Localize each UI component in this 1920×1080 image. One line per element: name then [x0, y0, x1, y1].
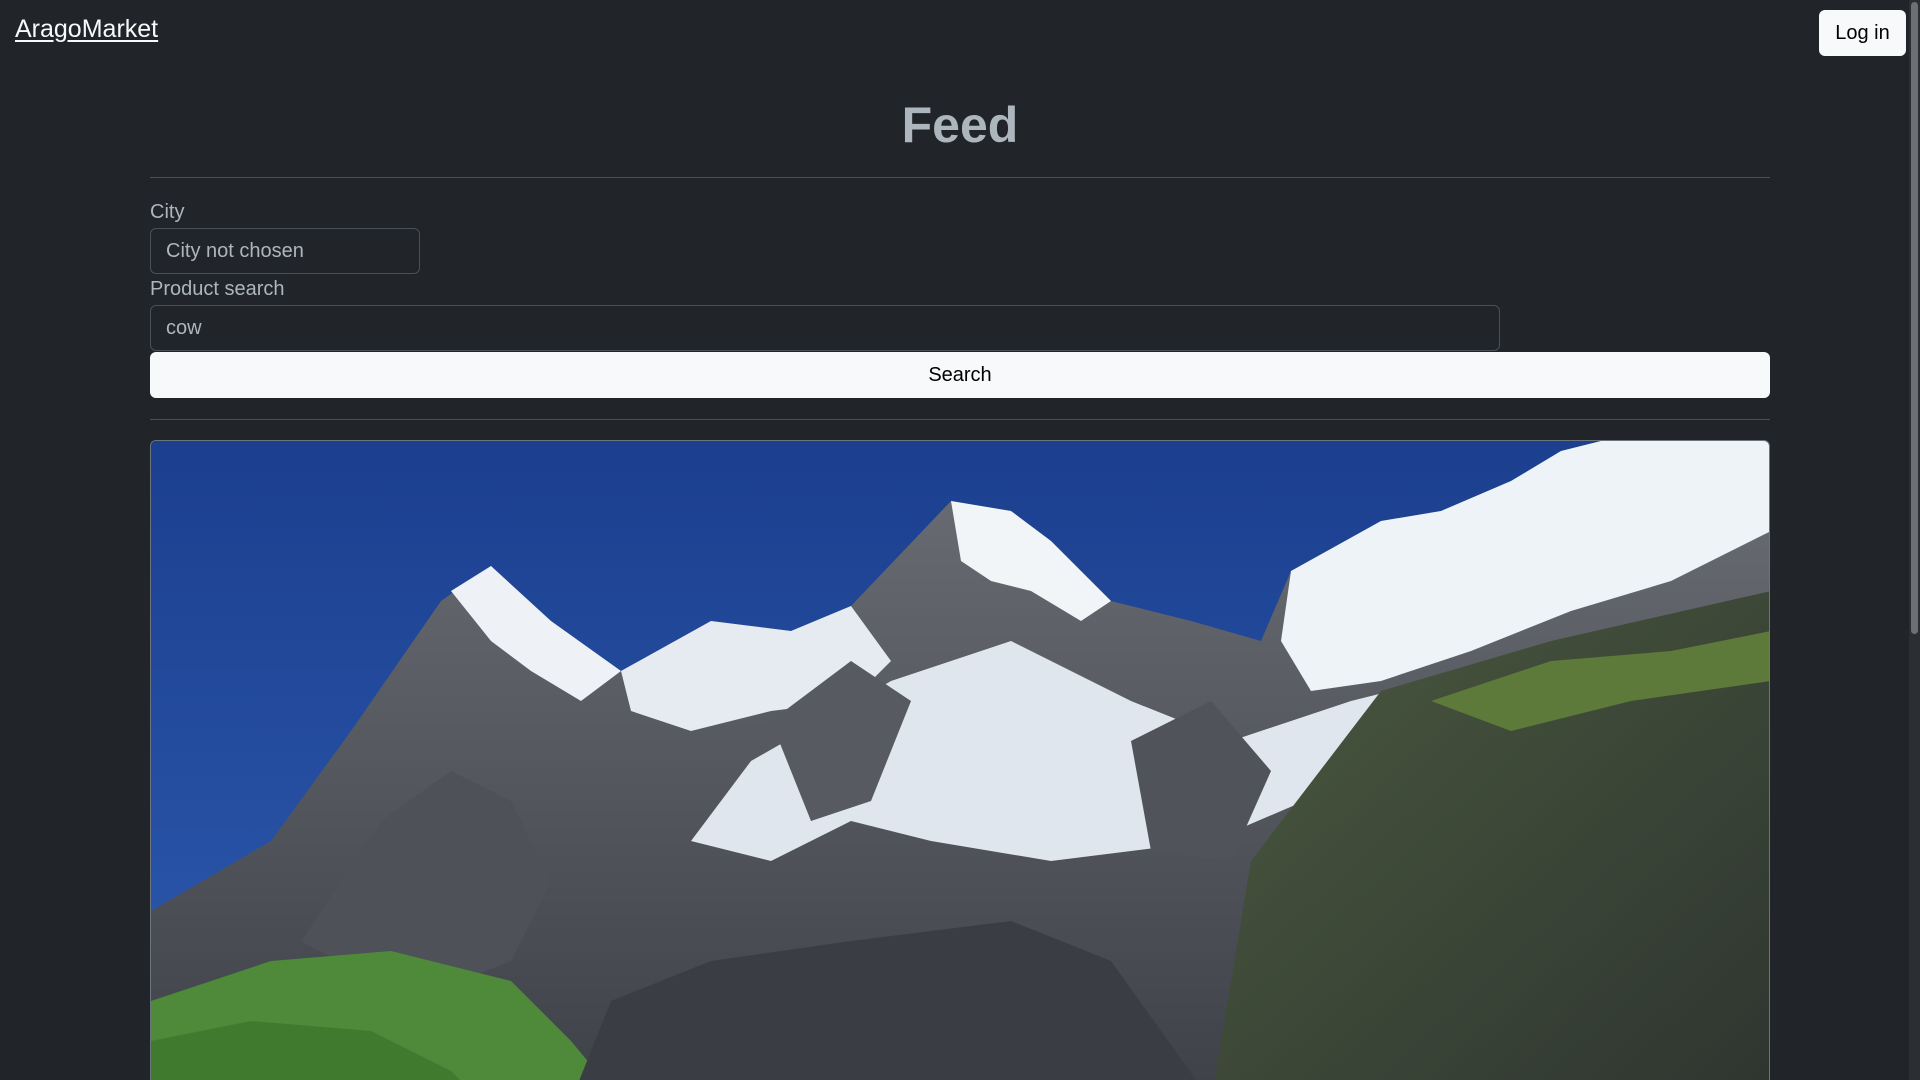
city-select[interactable] — [150, 228, 420, 274]
scrollbar-thumb[interactable] — [1911, 2, 1918, 634]
product-search-input[interactable] — [150, 305, 1500, 351]
product-card-image[interactable] — [150, 440, 1770, 1080]
page-title: Feed — [901, 97, 1019, 153]
divider — [150, 419, 1770, 420]
product-search-label: Product search — [150, 278, 285, 300]
page: AragoMarket Log in Feed City Product sea… — [0, 0, 1920, 1080]
search-button[interactable]: Search — [150, 352, 1770, 398]
divider — [150, 177, 1770, 178]
city-label: City — [150, 201, 185, 223]
brand-link[interactable]: AragoMarket — [15, 15, 158, 44]
scrollbar[interactable] — [1909, 0, 1920, 1080]
login-button[interactable]: Log in — [1819, 10, 1906, 56]
mountain-landscape-image — [151, 441, 1769, 1080]
